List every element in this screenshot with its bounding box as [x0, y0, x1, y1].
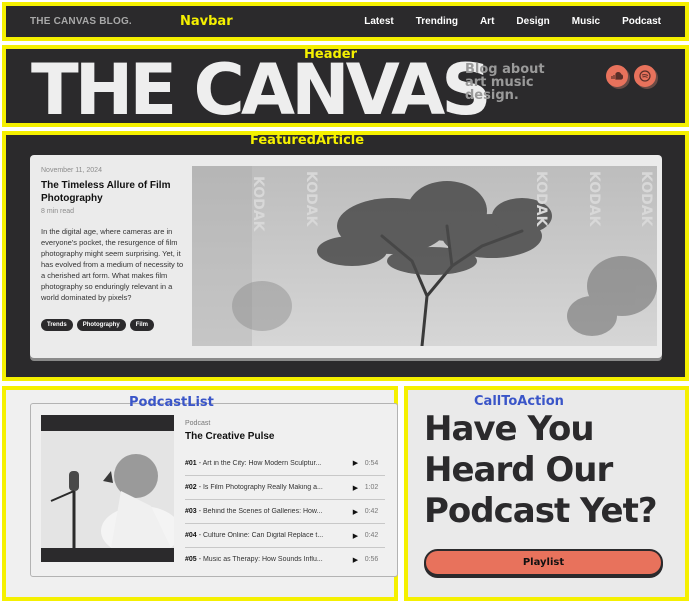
soundcloud-icon[interactable]: [606, 65, 628, 87]
nav-link-music[interactable]: Music: [572, 16, 600, 27]
episode-duration: 0:42: [364, 532, 379, 539]
episode-row[interactable]: #04 - Culture Online: Can Digital Replac…: [185, 523, 385, 547]
tag-film[interactable]: Film: [129, 319, 155, 331]
episode-row[interactable]: #03 - Behind the Scenes of Galleries: Ho…: [185, 499, 385, 523]
play-icon[interactable]: ▶: [353, 459, 365, 467]
navbar: THE CANVAS BLOG. Latest Trending Art Des…: [2, 2, 689, 41]
featured-article: November 11, 2024 The Timeless Allure of…: [2, 131, 689, 381]
article-date: November 11, 2024: [41, 167, 102, 174]
featured-region-label: FeaturedArticle: [250, 133, 365, 148]
episode-number: #05: [185, 556, 197, 563]
podcast-cover: [41, 415, 174, 562]
episode-duration: 0:56: [364, 556, 379, 563]
site-tagline: Blog about art music design.: [465, 62, 545, 103]
cta-headline: Have You Heard Our Podcast Yet?: [424, 409, 658, 531]
podcast-title: The Creative Pulse: [185, 431, 275, 442]
episode-row[interactable]: #02 - Is Film Photography Really Making …: [185, 475, 385, 499]
podcast-region-label: PodcastList: [129, 395, 214, 410]
photo-watermark-right: KODAK: [533, 171, 549, 228]
episode-title[interactable]: - Culture Online: Can Digital Replace t.…: [199, 532, 339, 539]
episode-number: #04: [185, 532, 197, 539]
article-read-time: 8 min read: [41, 208, 75, 215]
episode-number: #03: [185, 508, 197, 515]
social-icons: [606, 65, 656, 87]
brand-logo[interactable]: THE CANVAS BLOG.: [30, 16, 132, 27]
episode-title[interactable]: - Behind the Scenes of Galleries: How...: [199, 508, 339, 515]
tag-trends[interactable]: Trends: [41, 319, 73, 331]
episode-duration: 0:42: [364, 508, 379, 515]
episode-row[interactable]: #01 - Art in the City: How Modern Sculpt…: [185, 451, 385, 475]
episode-number: #01: [185, 459, 197, 467]
episode-duration: 1:02: [364, 484, 379, 491]
podcast-list: Podcast The Creative Pulse #01 - Art in …: [2, 386, 398, 601]
episode-title[interactable]: - Art in the City: How Modern Sculptur..…: [199, 460, 339, 467]
tag-photography[interactable]: Photography: [76, 319, 126, 331]
play-icon[interactable]: ▶: [353, 508, 365, 516]
article-excerpt: In the digital age, where cameras are in…: [41, 227, 184, 302]
call-to-action: Have You Heard Our Podcast Yet? Playlist: [404, 386, 689, 601]
nav-link-trending[interactable]: Trending: [416, 16, 458, 27]
header-region-label: Header: [304, 47, 358, 62]
episode-row[interactable]: #05 - Music as Therapy: How Sounds Influ…: [185, 547, 385, 571]
nav-link-podcast[interactable]: Podcast: [622, 16, 661, 27]
podcast-label: Podcast: [185, 420, 211, 427]
article-tags: Trends Photography Film: [41, 319, 155, 331]
photo-watermark-mid: KODAK: [303, 171, 319, 228]
photo-watermark-right-2: KODAK: [586, 171, 602, 228]
podcast-panel: Podcast The Creative Pulse #01 - Art in …: [30, 403, 398, 577]
episode-title[interactable]: - Is Film Photography Really Making a...: [199, 484, 339, 491]
nav-link-latest[interactable]: Latest: [364, 16, 393, 27]
play-icon[interactable]: ▶: [353, 532, 365, 540]
episode-number: #02: [185, 484, 197, 491]
episode-duration: 0:54: [364, 459, 379, 467]
photo-watermark-left: KODAK: [250, 176, 266, 233]
navbar-region-label: Navbar: [180, 14, 233, 29]
article-title[interactable]: The Timeless Allure of Film Photography: [41, 179, 181, 205]
article-card[interactable]: November 11, 2024 The Timeless Allure of…: [30, 155, 662, 358]
article-photo: KODAK KODAK KODAK KODAK KODAK: [192, 166, 657, 346]
nav-link-design[interactable]: Design: [516, 16, 549, 27]
nav-link-art[interactable]: Art: [480, 16, 494, 27]
play-icon[interactable]: ▶: [353, 556, 365, 564]
episode-title[interactable]: - Music as Therapy: How Sounds Influ...: [199, 556, 339, 563]
episode-list: #01 - Art in the City: How Modern Sculpt…: [185, 451, 385, 571]
photo-watermark-right-3: KODAK: [638, 171, 654, 228]
site-title: THE CANVAS: [31, 49, 492, 131]
playlist-button[interactable]: Playlist: [424, 549, 663, 576]
spotify-icon[interactable]: [634, 65, 656, 87]
play-icon[interactable]: ▶: [353, 484, 365, 492]
cta-region-label: CallToAction: [474, 394, 564, 409]
main-nav: Latest Trending Art Design Music Podcast: [364, 16, 661, 27]
podcast-cover-image: [41, 431, 174, 548]
